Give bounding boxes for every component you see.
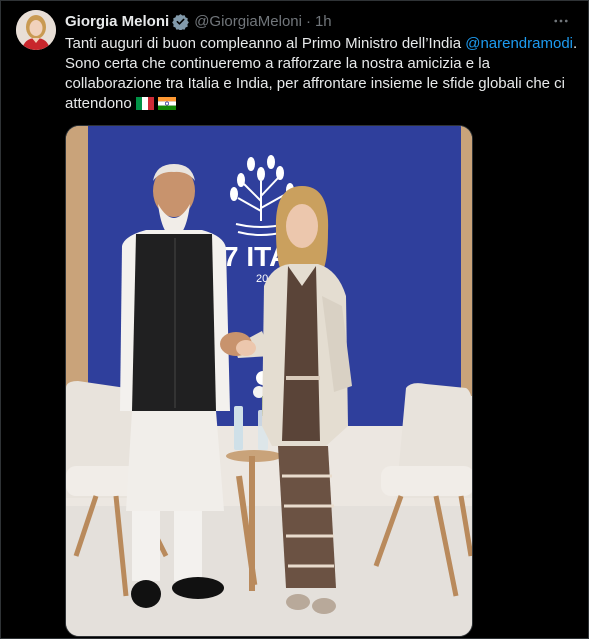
tweet-photo[interactable]: 7 ITA 20 [65,125,473,637]
separator-dot: · [305,12,311,30]
italy-flag-icon [135,96,154,116]
tweet[interactable]: Giorgia Meloni @GiorgiaMeloni · 1h Tanti… [0,0,589,639]
verified-badge-icon [172,13,190,30]
author-name[interactable]: Giorgia Meloni [65,13,169,30]
tweet-header: Giorgia Meloni @GiorgiaMeloni · 1h [65,11,572,31]
tweet-text-part1: Tanti auguri di buon compleanno al Primo… [65,35,466,52]
mention-link[interactable]: @narendramodi [465,35,573,52]
india-flag-icon [157,96,176,116]
author-handle[interactable]: @GiorgiaMeloni [194,13,302,30]
more-options-icon[interactable] [550,11,572,31]
avatar[interactable] [16,10,56,50]
timestamp[interactable]: 1h [315,13,332,30]
tweet-text: Tanti auguri di buon compleanno al Primo… [65,34,580,116]
